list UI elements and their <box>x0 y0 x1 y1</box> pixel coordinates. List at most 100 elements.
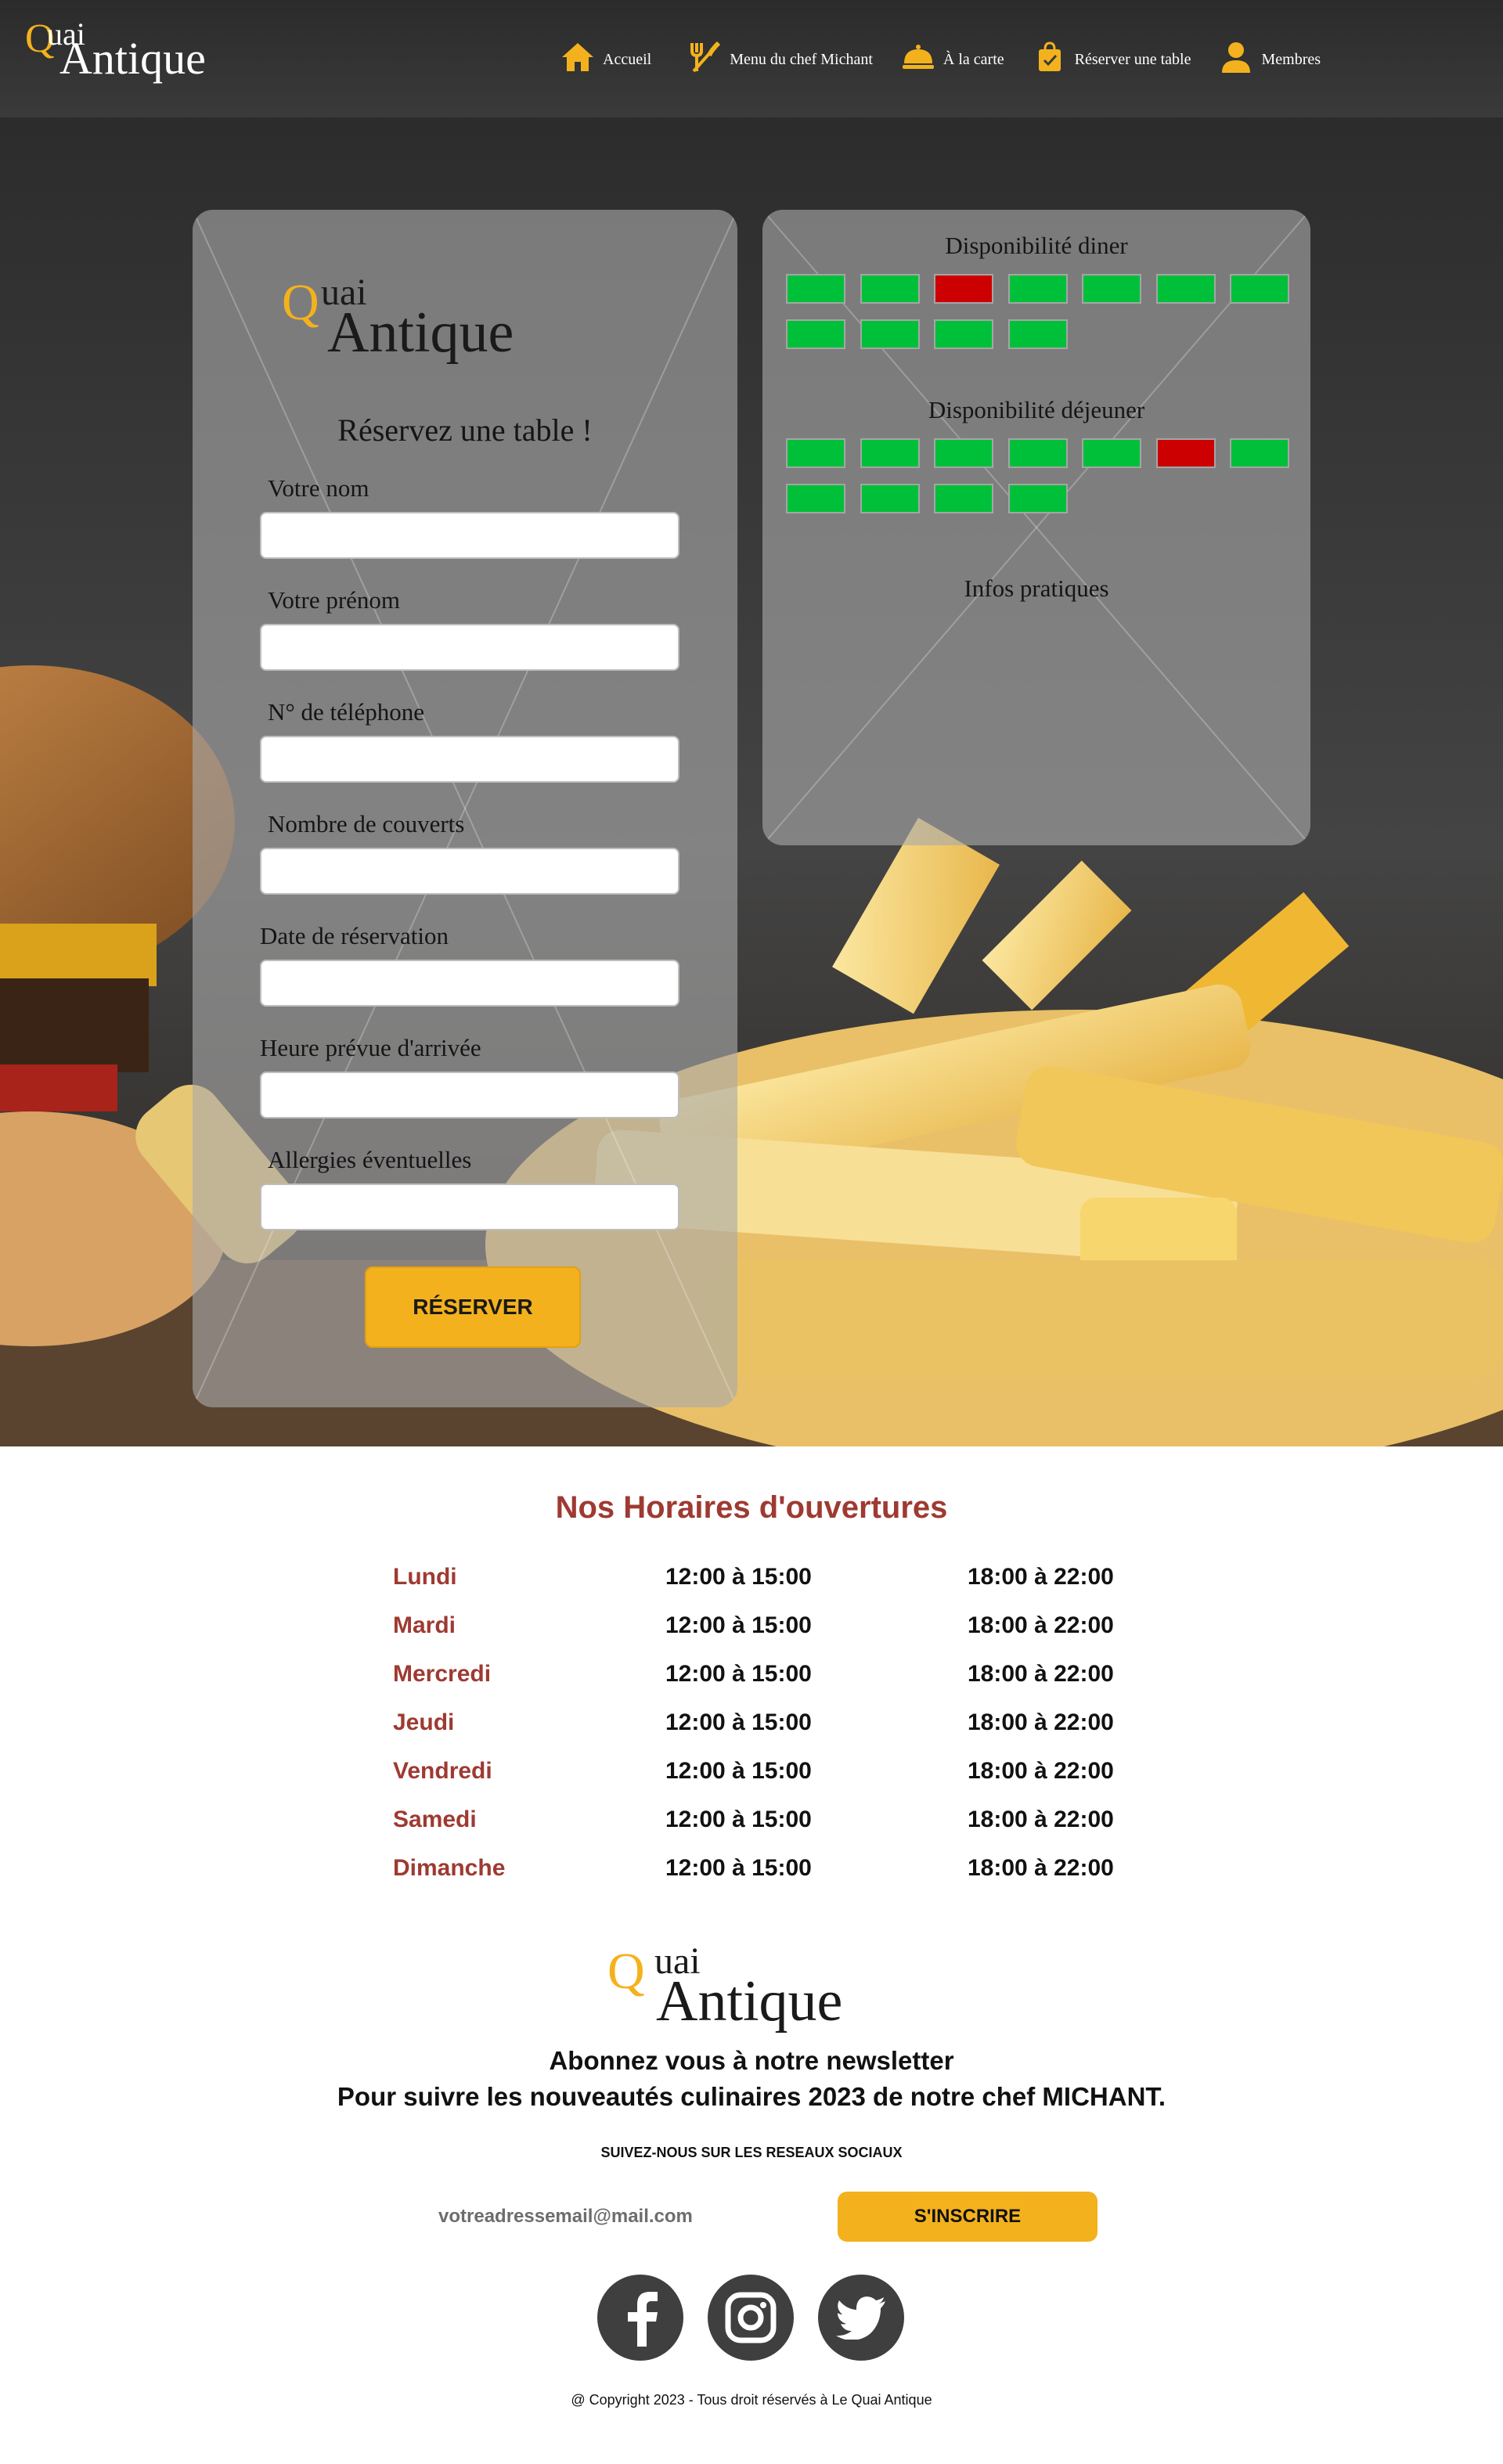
day-label: Samedi <box>393 1807 477 1832</box>
dejeuner-slot-available[interactable] <box>1007 484 1068 513</box>
nav-item-reserver[interactable]: Réserver une table <box>1033 40 1191 79</box>
reservation-card: Q uai Antique Réservez une table ! Votre… <box>193 210 737 1407</box>
dejeuner-title: Disponibilité déjeuner <box>928 396 1145 423</box>
facebook-icon[interactable] <box>597 2275 683 2361</box>
utensils-icon <box>687 40 722 79</box>
availability-card: Disponibilité diner Disponibilité déjeun… <box>762 210 1310 845</box>
logo-antique: Antique <box>327 301 514 365</box>
logo-q: Q <box>282 274 319 331</box>
nav-item-carte[interactable]: À la carte <box>901 40 1004 79</box>
couverts-input[interactable] <box>260 848 679 895</box>
lunch-hours: 12:00 à 15:00 <box>665 1855 812 1881</box>
dinner-hours: 18:00 à 22:00 <box>968 1661 1114 1687</box>
label-couverts: Nombre de couverts <box>268 810 465 838</box>
dejeuner-slot-available[interactable] <box>860 438 920 468</box>
lunch-hours: 12:00 à 15:00 <box>665 1758 812 1784</box>
label-telephone: N° de téléphone <box>268 698 425 726</box>
day-label: Dimanche <box>393 1855 506 1881</box>
diner-slot-available[interactable] <box>1007 319 1068 349</box>
footer-logo: Q uai Antique <box>607 1943 874 2044</box>
lunch-hours: 12:00 à 15:00 <box>665 1709 812 1735</box>
dinner-hours: 18:00 à 22:00 <box>968 1612 1114 1638</box>
nav-item-membres[interactable]: Membres <box>1219 40 1321 79</box>
label-prenom: Votre prénom <box>268 586 401 614</box>
logo-antique: Antique <box>656 1969 843 2034</box>
label-date: Date de réservation <box>260 922 449 949</box>
day-label: Mardi <box>393 1612 456 1638</box>
dinner-hours: 18:00 à 22:00 <box>968 1564 1114 1590</box>
form-title: Réservez une table ! <box>337 412 593 448</box>
site-header: Q uai Antique Accueil Menu du chef Micha… <box>0 0 1503 117</box>
dejeuner-slot-available[interactable] <box>934 438 993 468</box>
main-nav: Accueil Menu du chef Michant À la carte … <box>560 36 1321 83</box>
diner-slot-available[interactable] <box>1155 274 1216 304</box>
dinner-hours: 18:00 à 22:00 <box>968 1709 1114 1735</box>
booking-bag-icon <box>1033 40 1067 79</box>
dinner-hours: 18:00 à 22:00 <box>968 1807 1114 1832</box>
lunch-hours: 12:00 à 15:00 <box>665 1612 812 1638</box>
dejeuner-slot-available[interactable] <box>786 438 845 468</box>
dejeuner-slot-available[interactable] <box>1007 438 1068 468</box>
diner-slot-available[interactable] <box>934 319 993 349</box>
subscribe-button[interactable]: S'INSCRIRE <box>838 2192 1098 2242</box>
newsletter-subheading: Pour suivre les nouveautés culinaires 20… <box>337 2082 1166 2111</box>
instagram-icon[interactable] <box>708 2275 794 2361</box>
diner-slot-available[interactable] <box>786 274 845 304</box>
lunch-hours: 12:00 à 15:00 <box>665 1564 812 1590</box>
dejeuner-slot-available[interactable] <box>1230 438 1289 468</box>
date-input[interactable] <box>260 960 679 1007</box>
dejeuner-slot-available[interactable] <box>1082 438 1141 468</box>
allergies-input[interactable] <box>260 1183 679 1230</box>
heure-input[interactable] <box>260 1072 679 1119</box>
dinner-hours: 18:00 à 22:00 <box>968 1758 1114 1784</box>
form-logo: Q uai Antique <box>282 274 548 376</box>
dejeuner-slot-full[interactable] <box>1155 438 1216 468</box>
label-nom: Votre nom <box>268 474 369 502</box>
prenom-input[interactable] <box>260 624 679 671</box>
lunch-hours: 12:00 à 15:00 <box>665 1807 812 1832</box>
day-label: Mercredi <box>393 1661 492 1687</box>
nav-item-accueil[interactable]: Accueil <box>560 40 651 79</box>
diner-slot-available[interactable] <box>1230 274 1289 304</box>
dejeuner-slot-available[interactable] <box>860 484 920 513</box>
user-icon <box>1219 40 1253 79</box>
label-allergies: Allergies éventuelles <box>268 1146 472 1173</box>
nav-label: Réserver une table <box>1074 50 1191 68</box>
newsletter-heading: Abonnez vous à notre newsletter <box>549 2046 954 2075</box>
follow-us-text: SUIVEZ-NOUS SUR LES RESEAUX SOCIAUX <box>600 2145 903 2160</box>
dejeuner-slot-available[interactable] <box>934 484 993 513</box>
hero-section: Q uai Antique Réservez une table ! Votre… <box>0 117 1503 1446</box>
day-label: Vendredi <box>393 1758 492 1784</box>
nav-label: Membres <box>1261 50 1321 68</box>
diner-slot-full[interactable] <box>934 274 993 304</box>
nav-item-menu-chef[interactable]: Menu du chef Michant <box>687 40 873 79</box>
copyright-text: @ Copyright 2023 - Tous droit réservés à… <box>571 2392 932 2408</box>
lunch-hours: 12:00 à 15:00 <box>665 1661 812 1687</box>
day-label: Jeudi <box>393 1709 455 1735</box>
diner-slot-available[interactable] <box>1007 274 1068 304</box>
telephone-input[interactable] <box>260 736 679 783</box>
logo-q: Q <box>607 1943 645 2000</box>
card-diagonals <box>762 210 1310 845</box>
header-logo[interactable]: Q uai Antique <box>25 14 213 92</box>
nom-input[interactable] <box>260 512 679 559</box>
diner-slot-available[interactable] <box>860 274 920 304</box>
diner-slot-available[interactable] <box>860 319 920 349</box>
infos-title: Infos pratiques <box>964 575 1109 602</box>
diner-slot-available[interactable] <box>786 319 845 349</box>
nav-label: Accueil <box>603 50 652 68</box>
diner-title: Disponibilité diner <box>945 232 1128 259</box>
newsletter-email-input[interactable] <box>438 2193 783 2240</box>
diner-slot-available[interactable] <box>1082 274 1141 304</box>
home-icon <box>560 40 595 79</box>
nav-label: Menu du chef Michant <box>730 50 873 68</box>
dejeuner-slot-available[interactable] <box>786 484 845 513</box>
hours-title: Nos Horaires d'ouvertures <box>555 1490 948 1525</box>
day-label: Lundi <box>393 1564 457 1590</box>
label-heure: Heure prévue d'arrivée <box>260 1034 481 1061</box>
logo-antique: Antique <box>59 33 206 84</box>
reserver-button[interactable]: RÉSERVER <box>365 1266 581 1348</box>
dinner-hours: 18:00 à 22:00 <box>968 1855 1114 1881</box>
twitter-icon[interactable] <box>818 2275 904 2361</box>
cloche-icon <box>901 40 935 79</box>
